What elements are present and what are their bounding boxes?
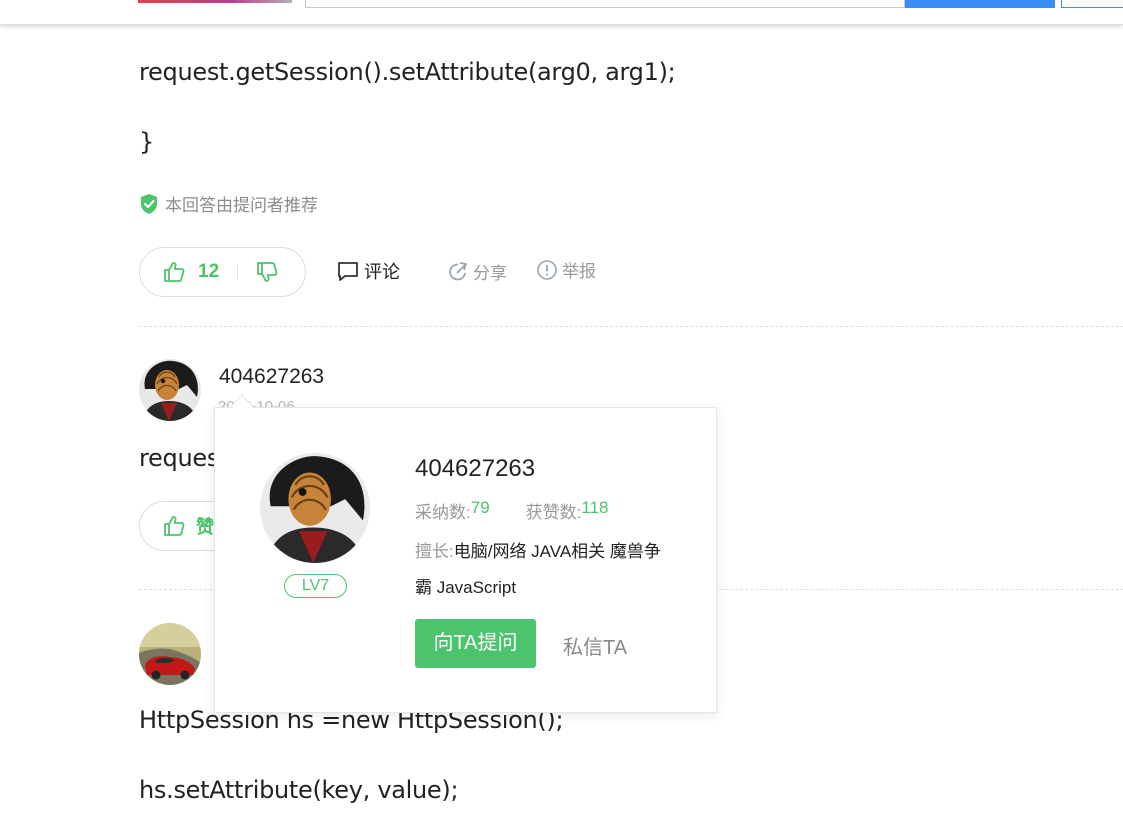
- comment-icon: [338, 262, 358, 281]
- login-button[interactable]: [1061, 0, 1123, 8]
- comment-label: 评论: [364, 262, 400, 282]
- user-stats: 采纳数: 79 获赞数: 118: [415, 498, 609, 523]
- thumbs-down-icon[interactable]: [255, 260, 279, 284]
- like-count: 12: [198, 261, 220, 282]
- site-logo[interactable]: [138, 0, 292, 3]
- vote-separator: [237, 264, 239, 280]
- answer-username[interactable]: 404627263: [219, 365, 324, 389]
- search-button[interactable]: [905, 0, 1055, 8]
- share-icon: [449, 261, 467, 280]
- user-avatar[interactable]: [139, 359, 201, 421]
- answer-code-line: }: [139, 128, 154, 156]
- user-avatar[interactable]: [139, 623, 201, 685]
- masked-character-avatar: [260, 453, 370, 563]
- comment-button[interactable]: 评论: [336, 258, 400, 284]
- report-icon: [537, 259, 557, 280]
- likes-label: 获赞数:: [525, 503, 582, 522]
- shield-check-icon: [141, 193, 157, 214]
- like-label: 赞: [196, 517, 214, 537]
- expertise-label: 擅长:: [415, 542, 454, 561]
- user-expertise: 擅长:电脑/网络 JAVA相关 魔兽争霸 JavaScript: [415, 534, 675, 606]
- adopted-label: 采纳数:: [415, 503, 471, 522]
- search-input[interactable]: [305, 0, 905, 8]
- likes-count: 118: [581, 498, 609, 517]
- vote-control: 12: [139, 247, 306, 297]
- thumbs-up-icon[interactable]: [162, 260, 186, 284]
- answer-code-line: hs.setAttribute(key, value);: [139, 776, 459, 804]
- car-avatar: [139, 623, 201, 685]
- answer-divider: [139, 326, 1123, 327]
- share-label: 分享: [473, 264, 507, 283]
- popup-avatar[interactable]: [260, 453, 370, 563]
- user-info-popup: LV7 404627263 采纳数: 79 获赞数: 118 擅长:电脑/网络 …: [214, 407, 717, 713]
- recommended-text: 本回答由提问者推荐: [165, 196, 318, 215]
- top-navigation-bar: [0, 0, 1123, 25]
- report-button[interactable]: 举报: [536, 257, 596, 282]
- popup-username[interactable]: 404627263: [415, 455, 535, 483]
- report-label: 举报: [562, 262, 596, 281]
- user-level-badge: LV7: [284, 574, 347, 598]
- private-message-button[interactable]: 私信TA: [563, 631, 627, 660]
- share-button[interactable]: 分享: [447, 259, 507, 284]
- answer-code-line: request.getSession().setAttribute(arg0, …: [139, 58, 676, 86]
- adopted-count: 79: [470, 498, 490, 517]
- thumbs-up-icon[interactable]: [162, 514, 186, 538]
- masked-character-avatar: [139, 359, 201, 421]
- recommended-badge: 本回答由提问者推荐: [139, 191, 318, 216]
- ask-question-button[interactable]: 向TA提问: [415, 619, 536, 668]
- answer-code-line: reques: [139, 444, 220, 472]
